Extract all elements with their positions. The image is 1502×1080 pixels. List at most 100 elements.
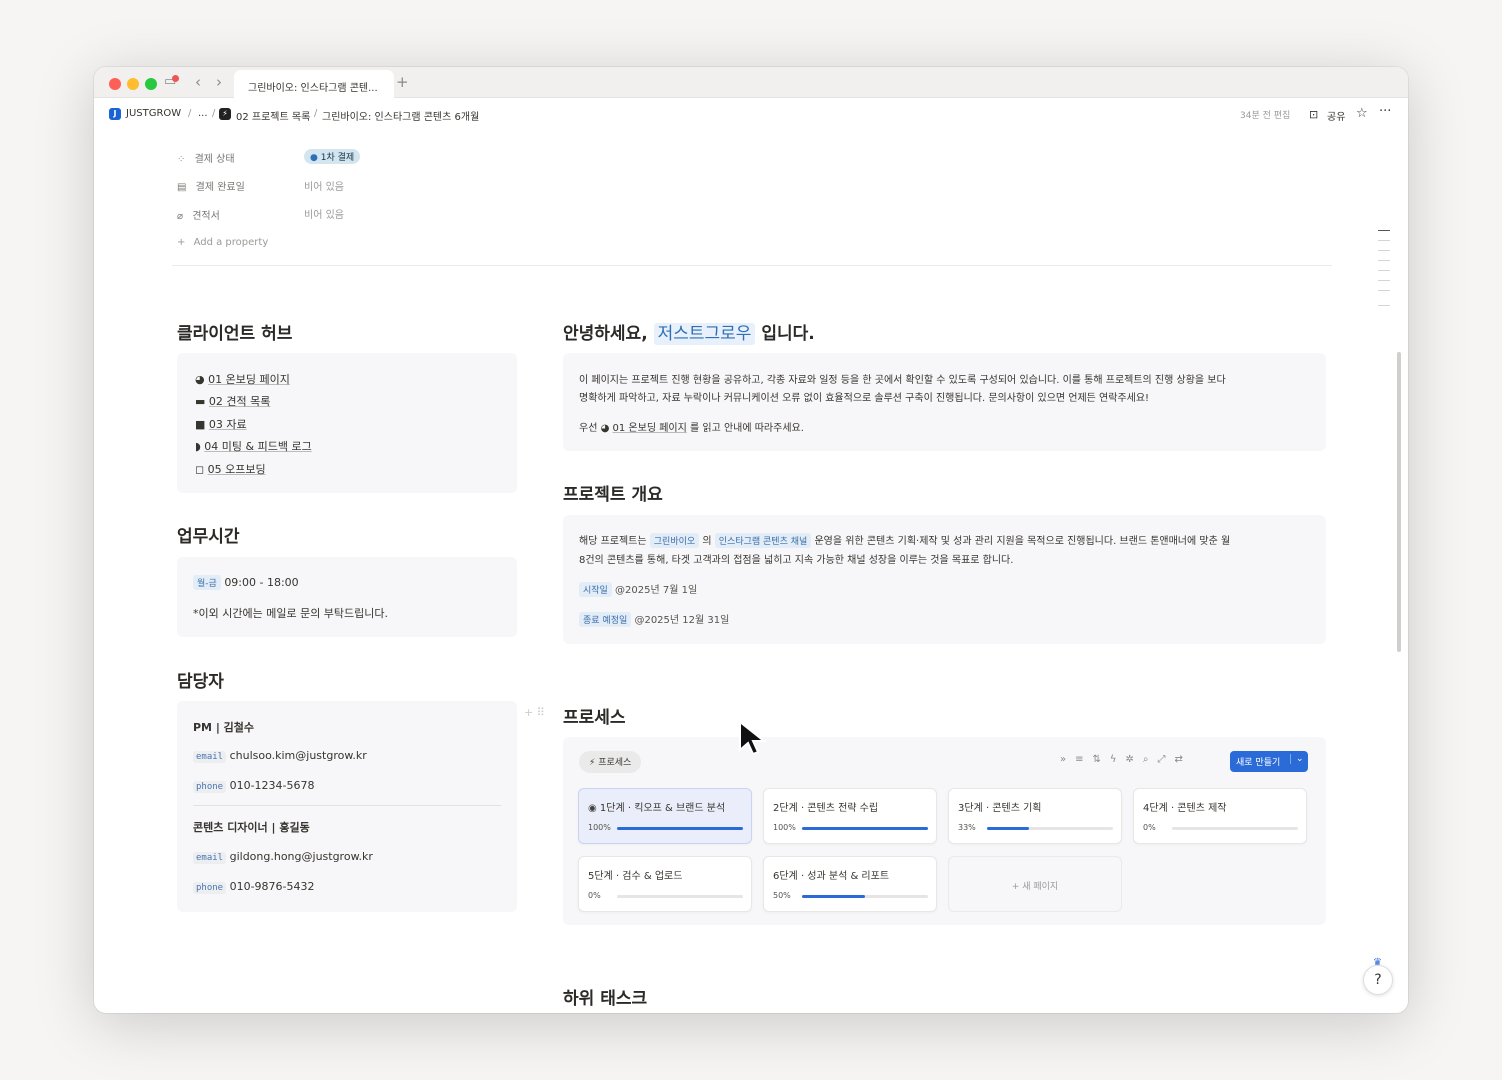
channel-tag: 인스타그램 콘텐츠 채널 <box>714 533 812 548</box>
close-window-button[interactable] <box>109 78 121 90</box>
sort-icon[interactable]: ⇅ <box>1093 754 1110 765</box>
hub-item-meetings[interactable]: ◗ 04 미팅 & 피드백 로그 <box>195 438 312 454</box>
prop-quote-value[interactable]: 비어 있음 <box>304 206 344 221</box>
greeting-card: 이 페이지는 프로젝트 진행 현황을 공유하고, 각종 자료와 일정 등을 한 … <box>563 353 1326 451</box>
toc-mark[interactable] <box>1378 250 1390 251</box>
more-icon[interactable]: ··· <box>1379 104 1391 119</box>
hub-item-materials[interactable]: ■ 03 자료 <box>195 416 247 432</box>
zoom-window-button[interactable] <box>145 78 157 90</box>
step-title: 2단계 · 콘텐츠 전략 수립 <box>773 803 879 814</box>
expand-icon[interactable]: » <box>1060 754 1075 765</box>
breadcrumb-projects[interactable]: 02 프로젝트 목록 <box>236 108 310 123</box>
toc-mark[interactable] <box>1378 230 1390 231</box>
process-view-tab[interactable]: ⚡ 프로세스 <box>579 751 642 773</box>
breadcrumb-page[interactable]: 그린바이오: 인스타그램 콘텐츠 6개월 <box>322 108 479 123</box>
start-date[interactable]: @2025년 7월 1일 <box>615 585 697 596</box>
hours-card: 월-금 09:00 - 18:00 *이외 시간에는 메일로 문의 부탁드립니다… <box>177 557 517 637</box>
board-toolbar: »≡⇅ϟ✲⌕⤢⇄ <box>1060 754 1192 765</box>
breadcrumb-workspace[interactable]: JUSTGROW <box>126 108 181 119</box>
hours-note: *이외 시간에는 메일로 문의 부탁드립니다. <box>193 607 389 620</box>
step-progress-fill <box>802 895 865 898</box>
step-card[interactable]: ◉ 1단계 · 킥오프 & 브랜드 분석 100% <box>578 788 752 844</box>
toc-mark[interactable] <box>1378 240 1390 241</box>
step-card[interactable]: 2단계 · 콘텐츠 전략 수립 100% <box>763 788 937 844</box>
automation-icon[interactable]: ϟ <box>1110 754 1126 765</box>
browser-window: ▭ ‹ › 그린바이오: 인스타그램 콘텐... + J JUSTGROW / … <box>94 67 1408 1013</box>
step-percent: 0% <box>588 891 601 900</box>
manager-email[interactable]: gildong.hong@justgrow.kr <box>230 850 373 863</box>
client-hub-title: 클라이언트 허브 <box>177 324 293 344</box>
crown-icon: ♛ <box>1373 957 1382 968</box>
add-page-label: + 새 페이지 <box>1011 882 1059 892</box>
add-page-button[interactable]: + 새 페이지 <box>948 856 1122 912</box>
step-card[interactable]: 5단계 · 검수 & 업로드 0% <box>578 856 752 912</box>
step-title: 6단계 · 성과 분석 & 리포트 <box>773 871 890 882</box>
search-icon[interactable]: ⌕ <box>1143 754 1158 765</box>
managers-title: 담당자 <box>177 672 224 692</box>
step-progress <box>617 827 743 830</box>
prop-label: 견적서 <box>192 211 220 222</box>
chevron-down-icon[interactable]: ⌄ <box>1290 754 1304 764</box>
prop-quote[interactable]: ⌀ 견적서 <box>177 207 220 222</box>
help-label: ? <box>1374 972 1382 988</box>
fullscreen-icon[interactable]: ⤢ <box>1158 754 1175 765</box>
link-icon: ⌀ <box>177 211 184 222</box>
new-button[interactable]: 새로 만들기 ⌄ <box>1230 751 1308 772</box>
back-icon[interactable]: ‹ <box>195 74 201 90</box>
notification-dot <box>172 75 179 82</box>
subtasks-title: 하위 태스크 <box>563 989 648 1009</box>
hub-item-onboarding[interactable]: ◕ 01 온보딩 페이지 <box>195 371 290 387</box>
divider <box>172 265 1332 266</box>
step-progress-fill <box>802 827 928 830</box>
toc-mark[interactable] <box>1378 305 1390 306</box>
divider <box>193 805 501 806</box>
toc-mark[interactable] <box>1378 280 1390 281</box>
sparkle-icon[interactable]: ✲ <box>1126 754 1143 765</box>
minimize-window-button[interactable] <box>127 78 139 90</box>
manager-phone[interactable]: 010-1234-5678 <box>230 779 315 792</box>
last-edited: 34분 전 편집 <box>1240 111 1291 121</box>
toc-mark[interactable] <box>1378 270 1390 271</box>
manager-phone[interactable]: 010-9876-5432 <box>230 880 315 893</box>
prop-payment-date[interactable]: ▤ 결제 완료일 <box>177 178 245 193</box>
inbox-icon: ◻ <box>195 463 205 476</box>
star-icon[interactable]: ☆ <box>1356 106 1368 121</box>
hub-item-offboarding[interactable]: ◻ 05 오프보딩 <box>195 461 266 477</box>
status-badge: 1차 결제 <box>320 153 355 163</box>
company-mention[interactable]: 저스트그로우 <box>653 323 756 345</box>
hub-item-quotes[interactable]: ▬ 02 견적 목록 <box>195 393 270 409</box>
workspace-logo-icon: J <box>109 108 121 120</box>
projects-bolt-icon: ⚡ <box>219 108 231 120</box>
onboarding-link[interactable]: 01 온보딩 페이지 <box>613 423 687 434</box>
prop-payment-status[interactable]: ⁘ 결제 상태 <box>177 150 235 165</box>
process-title: 프로세스 <box>563 708 626 728</box>
forward-icon[interactable]: › <box>216 74 222 90</box>
add-property-label: Add a property <box>193 237 269 248</box>
prop-payment-status-value[interactable]: ● 1차 결제 <box>304 149 361 164</box>
settings-icon[interactable]: ⇄ <box>1175 754 1192 765</box>
prop-payment-date-value[interactable]: 비어 있음 <box>304 178 344 193</box>
toc-mark[interactable] <box>1378 260 1390 261</box>
step-percent: 33% <box>958 823 976 832</box>
greeting-title: 안녕하세요, 저스트그로우 입니다. <box>563 323 815 345</box>
step-card[interactable]: 6단계 · 성과 분석 & 리포트 50% <box>763 856 937 912</box>
breadcrumb-ellipsis[interactable]: ... <box>198 108 208 119</box>
step-card[interactable]: 4단계 · 콘텐츠 제작 0% <box>1133 788 1307 844</box>
add-property-button[interactable]: + Add a property <box>177 237 268 248</box>
step-card[interactable]: 3단계 · 콘텐츠 기획 33% <box>948 788 1122 844</box>
new-tab-button[interactable]: + <box>396 74 409 90</box>
tab-active[interactable]: 그린바이오: 인스타그램 콘텐... <box>234 70 394 98</box>
step-progress <box>987 827 1113 830</box>
help-button[interactable]: ? <box>1363 965 1393 995</box>
title-bar: ▭ ‹ › 그린바이오: 인스타그램 콘텐... + <box>94 67 1408 98</box>
toc-mark[interactable] <box>1378 290 1390 291</box>
process-board: ⚡ 프로세스 »≡⇅ϟ✲⌕⤢⇄ 새로 만들기 ⌄ ◉ 1단계 · 킥오프 & 브랜… <box>563 737 1326 925</box>
filter-icon[interactable]: ≡ <box>1075 754 1092 765</box>
scrollbar[interactable] <box>1397 352 1401 652</box>
prop-label: 결제 완료일 <box>195 182 245 193</box>
share-button[interactable]: 공유 <box>1327 108 1345 123</box>
drag-handle-icon[interactable]: + ⠿ <box>524 706 545 719</box>
overview-card: 해당 프로젝트는 그린바이오 의 인스타그램 콘텐츠 채널 운영을 위한 콘텐츠… <box>563 515 1326 644</box>
end-date[interactable]: @2025년 12월 31일 <box>634 615 729 626</box>
manager-email[interactable]: chulsoo.kim@justgrow.kr <box>230 749 367 762</box>
